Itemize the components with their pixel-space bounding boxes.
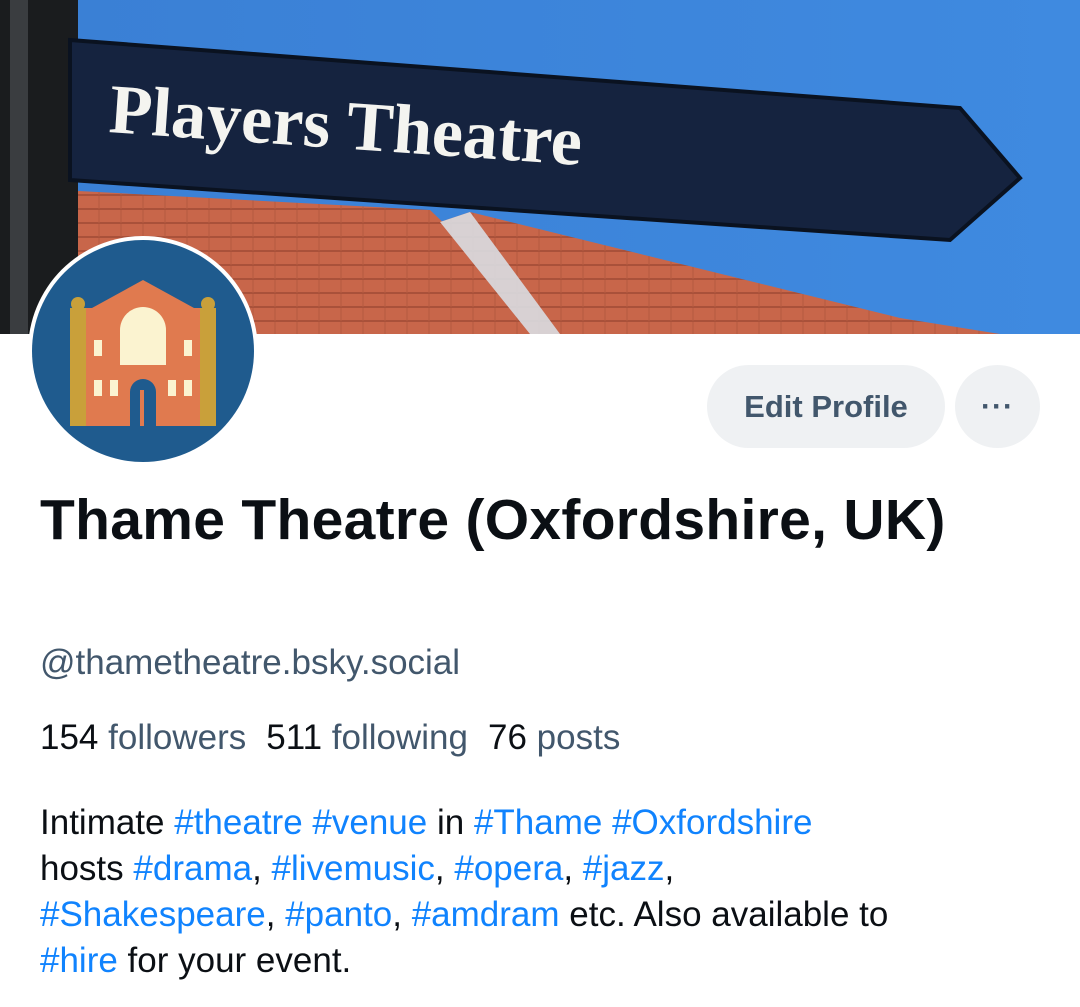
hashtag-link[interactable]: #hire xyxy=(40,941,118,980)
avatar[interactable] xyxy=(28,236,258,466)
bio-text: , xyxy=(563,849,583,888)
profile-handle: @thametheatre.bsky.social xyxy=(40,643,461,682)
bio-text: , xyxy=(664,849,675,888)
bio-text xyxy=(303,803,313,842)
bio-text: , xyxy=(392,895,412,934)
bio-text: , xyxy=(265,895,286,934)
hashtag-link[interactable]: #opera xyxy=(454,849,563,888)
bio-text: hosts xyxy=(40,849,134,888)
hashtag-link[interactable]: #venue xyxy=(312,803,427,842)
bio-text: Intimate xyxy=(40,803,175,842)
posts-label: posts xyxy=(536,718,621,757)
more-options-button[interactable]: ··· xyxy=(955,365,1040,448)
edit-profile-button[interactable]: Edit Profile xyxy=(707,365,945,448)
hashtag-link[interactable]: #drama xyxy=(133,849,252,888)
theatre-building-icon xyxy=(32,240,254,462)
following-label: following xyxy=(331,718,468,757)
hashtag-link[interactable]: #Thame xyxy=(474,803,602,842)
ellipsis-icon: ··· xyxy=(981,389,1014,423)
following-link[interactable]: 511 following xyxy=(266,718,468,757)
display-name: Thame Theatre (Oxfordshire, UK) xyxy=(40,488,946,552)
followers-label: followers xyxy=(108,718,247,757)
following-count: 511 xyxy=(266,718,323,757)
bio-text: , xyxy=(434,849,455,888)
profile-stats: 154 followers 511 following 76 posts xyxy=(40,718,620,758)
bio-text: , xyxy=(252,849,272,888)
followers-link[interactable]: 154 followers xyxy=(40,718,246,757)
posts-stat: 76 posts xyxy=(488,718,620,757)
posts-count: 76 xyxy=(488,718,527,757)
edit-profile-label: Edit Profile xyxy=(744,388,908,424)
bio-text: in xyxy=(427,803,474,842)
hashtag-link[interactable]: #amdram xyxy=(412,895,560,934)
hashtag-link[interactable]: #Oxfordshire xyxy=(612,803,812,842)
bio-text: etc. Also available to xyxy=(559,895,889,934)
hashtag-link[interactable]: #panto xyxy=(285,895,392,934)
profile-bio: Intimate #theatre #venue in #Thame #Oxfo… xyxy=(40,800,1050,984)
hashtag-link[interactable]: #theatre xyxy=(174,803,302,842)
hashtag-link[interactable]: #jazz xyxy=(583,849,665,888)
bio-text xyxy=(602,803,612,842)
hashtag-link[interactable]: #Shakespeare xyxy=(40,895,266,934)
bio-text: for your event. xyxy=(117,941,352,980)
followers-count: 154 xyxy=(40,718,99,757)
hashtag-link[interactable]: #livemusic xyxy=(272,849,435,888)
